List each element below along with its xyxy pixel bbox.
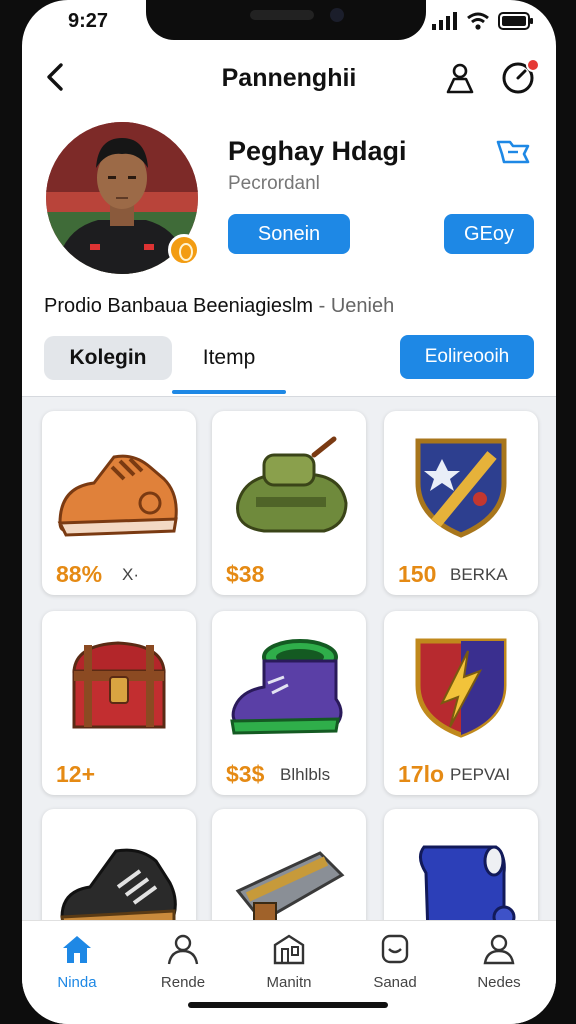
backpack-icon bbox=[236, 436, 348, 533]
items-grid: 88% X· $38 150 BERKA 12+ $3$ Blhlbls 17l… bbox=[22, 396, 556, 920]
item-price: 12+ bbox=[56, 761, 96, 787]
profile-subtitle: Pecrordanl bbox=[228, 173, 320, 194]
item-card[interactable] bbox=[384, 809, 538, 920]
nav-item-home[interactable]: Ninda bbox=[32, 933, 122, 991]
tab-itemp[interactable]: Itemp bbox=[172, 336, 286, 380]
item-tag: PEPVAI bbox=[450, 765, 511, 784]
item-price: $38 bbox=[226, 561, 265, 587]
item-card[interactable]: 150 BERKA bbox=[384, 411, 538, 595]
item-card[interactable]: 17lo PEPVAI bbox=[384, 611, 538, 795]
item-card[interactable]: 88% X· bbox=[42, 411, 196, 595]
bio-main-text: Prodio Banbaua Beeniagieslm bbox=[44, 295, 314, 317]
sort-button[interactable]: Sonein bbox=[228, 214, 350, 254]
speaker-grille bbox=[250, 10, 314, 20]
nav-label: Sanad bbox=[373, 974, 417, 991]
tab-kolegin[interactable]: Kolegin bbox=[44, 336, 172, 380]
person-alert-icon bbox=[446, 63, 474, 94]
profile-icon bbox=[483, 934, 515, 965]
device-notch bbox=[146, 0, 426, 40]
avatar-container[interactable] bbox=[46, 122, 200, 274]
item-price: 150 bbox=[398, 561, 437, 587]
item-price: 88% bbox=[56, 561, 103, 587]
account-button[interactable] bbox=[442, 60, 478, 96]
armor-case-icon bbox=[235, 851, 345, 920]
item-card[interactable]: $3$ Blhlbls bbox=[212, 611, 366, 795]
store-icon bbox=[273, 934, 305, 965]
battery-icon bbox=[498, 12, 533, 30]
status-icons bbox=[432, 12, 534, 30]
treasure-chest-icon bbox=[72, 641, 166, 729]
phone-frame: 9:27 Pannenghii Peghay Hdagi Pecrordanl … bbox=[0, 0, 576, 1024]
profile-bio: Prodio Banbaua Beeniagieslm - Uenieh bbox=[44, 295, 394, 318]
home-icon bbox=[63, 936, 91, 963]
item-card[interactable] bbox=[212, 809, 366, 920]
nav-item-rende[interactable]: Rende bbox=[138, 933, 228, 991]
flag-edit-icon bbox=[496, 140, 530, 164]
item-tag: X· bbox=[122, 565, 139, 584]
shield-crest-icon bbox=[415, 438, 507, 538]
status-time: 9:27 bbox=[68, 10, 109, 32]
person-icon bbox=[167, 934, 199, 965]
nav-label: Ninda bbox=[57, 974, 97, 991]
verified-badge-icon bbox=[168, 234, 200, 266]
wifi-icon bbox=[467, 12, 489, 30]
item-price: $3$ bbox=[226, 761, 265, 787]
edit-profile-button[interactable] bbox=[494, 136, 534, 168]
profile-name: Peghay Hdagi bbox=[228, 136, 407, 166]
shield-icon bbox=[381, 934, 409, 964]
signal-icon bbox=[432, 12, 457, 30]
item-price: 17lo bbox=[398, 761, 445, 787]
bio-extra-text: - Uenieh bbox=[313, 295, 395, 317]
bottom-navigation: Ninda Rende Manitn Sanad Nedes bbox=[22, 920, 556, 1024]
item-tag: Blhlbls bbox=[280, 765, 331, 784]
item-card[interactable]: 12+ bbox=[42, 611, 196, 795]
boot-icon bbox=[230, 639, 343, 735]
nav-item-nedes[interactable]: Nedes bbox=[454, 933, 544, 991]
nav-label: Nedes bbox=[477, 974, 521, 991]
crest-shield-icon bbox=[415, 638, 507, 738]
nav-label: Rende bbox=[160, 974, 206, 991]
item-card[interactable] bbox=[42, 809, 196, 920]
follow-button[interactable]: Eolireooih bbox=[400, 335, 534, 379]
notification-dot bbox=[526, 58, 540, 72]
nav-label: Manitn bbox=[266, 974, 312, 991]
activity-button[interactable] bbox=[500, 58, 540, 96]
nav-item-sanad[interactable]: Sanad bbox=[350, 933, 440, 991]
front-camera bbox=[330, 8, 344, 22]
item-tag: BERKA bbox=[450, 565, 508, 584]
item-card[interactable]: $38 bbox=[212, 411, 366, 595]
get-button[interactable]: GEoy bbox=[444, 214, 534, 254]
home-indicator[interactable] bbox=[188, 1002, 388, 1008]
running-shoe-icon bbox=[60, 848, 177, 920]
tab-indicator bbox=[172, 390, 286, 394]
app-screen: 9:27 Pannenghii Peghay Hdagi Pecrordanl … bbox=[22, 0, 556, 1024]
nav-item-manitn[interactable]: Manitn bbox=[244, 933, 334, 991]
sneaker-icon bbox=[57, 454, 178, 537]
vest-icon bbox=[419, 845, 516, 920]
